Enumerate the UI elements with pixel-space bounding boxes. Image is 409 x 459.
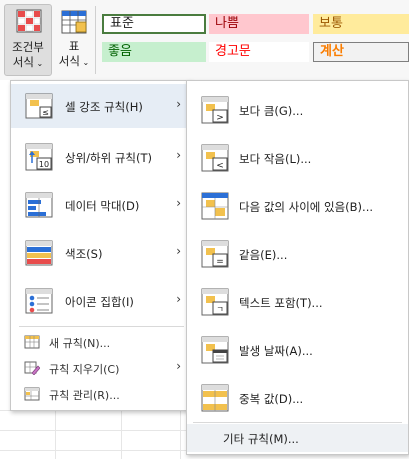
icon-sets-icon bbox=[25, 288, 53, 314]
menu-item-label: 새 규칙(N)... bbox=[49, 337, 111, 350]
duplicate-values-icon bbox=[201, 384, 229, 412]
menu-item-data-bars[interactable]: 데이터 막대(D) › bbox=[11, 182, 191, 228]
format-as-table-button[interactable]: 표 서식 ⌄ bbox=[55, 4, 93, 76]
menu-item-top-bottom-rules[interactable]: 10 상위/하위 규칙(T) › bbox=[11, 134, 191, 180]
manage-rules-icon bbox=[24, 387, 40, 401]
svg-text:>: > bbox=[216, 113, 224, 123]
highlight-cells-rules-submenu: > 보다 큼(G)... < 보다 작음(L)... 다음 값의 사이에 있음(… bbox=[186, 80, 409, 455]
submenu-item-less-than[interactable]: < 보다 작음(L)... bbox=[187, 134, 408, 182]
submenu-item-label: 텍스트 포함(T)... bbox=[239, 296, 323, 310]
clear-rules-icon bbox=[24, 361, 40, 375]
dropdown-arrow-icon: ⌄ bbox=[79, 58, 90, 67]
submenu-item-duplicate-values[interactable]: 중복 값(D)... bbox=[187, 374, 408, 422]
menu-item-label: 규칙 관리(R)... bbox=[49, 389, 120, 402]
conditional-formatting-icon bbox=[16, 9, 42, 33]
format-as-table-label-line2: 서식 ⌄ bbox=[58, 54, 90, 68]
submenu-item-greater-than[interactable]: > 보다 큼(G)... bbox=[187, 86, 408, 134]
greater-than-icon: > bbox=[201, 96, 229, 124]
submenu-item-date-occurring[interactable]: 발생 날짜(A)... bbox=[187, 326, 408, 374]
menu-item-label: 규칙 지우기(C) bbox=[49, 363, 120, 376]
chevron-right-icon: › bbox=[176, 359, 181, 373]
menu-item-manage-rules[interactable]: 규칙 관리(R)... bbox=[11, 382, 191, 406]
menu-divider bbox=[19, 326, 184, 327]
style-bad[interactable]: 나쁨 bbox=[209, 14, 309, 34]
menu-item-icon-sets[interactable]: 아이콘 집합(I) › bbox=[11, 278, 191, 324]
svg-text:≤: ≤ bbox=[42, 108, 49, 117]
conditional-formatting-label-line2: 서식 ⌄ bbox=[12, 55, 44, 69]
date-occurring-icon bbox=[201, 336, 229, 364]
style-calculation[interactable]: 계산 bbox=[313, 42, 409, 62]
top-bottom-rules-icon: 10 bbox=[25, 143, 53, 171]
menu-item-label: 색조(S) bbox=[65, 247, 103, 261]
chevron-right-icon: › bbox=[176, 244, 181, 258]
submenu-item-label: 다음 값의 사이에 있음(B)... bbox=[239, 200, 374, 214]
menu-item-new-rule[interactable]: 새 규칙(N)... bbox=[11, 330, 191, 354]
submenu-item-label: 같음(E)... bbox=[239, 248, 288, 262]
menu-item-label: 아이콘 집합(I) bbox=[65, 295, 134, 309]
menu-item-clear-rules[interactable]: 규칙 지우기(C) › bbox=[11, 356, 191, 380]
svg-text:10: 10 bbox=[39, 160, 49, 169]
submenu-item-more-rules[interactable]: 기타 규칙(M)... bbox=[187, 424, 408, 452]
less-than-icon: < bbox=[201, 144, 229, 172]
menu-item-label: 데이터 막대(D) bbox=[65, 199, 140, 213]
submenu-item-between[interactable]: 다음 값의 사이에 있음(B)... bbox=[187, 182, 408, 230]
style-neutral[interactable]: 보통 bbox=[313, 14, 409, 34]
data-bars-icon bbox=[25, 192, 53, 218]
ribbon-separator bbox=[95, 6, 96, 74]
conditional-formatting-menu: ≤ 셀 강조 규칙(H) › 10 상위/하위 규칙(T) › 데이터 막대(D… bbox=[10, 80, 192, 411]
submenu-item-label: 중복 값(D)... bbox=[239, 392, 304, 406]
chevron-right-icon: › bbox=[176, 97, 181, 111]
style-warning-text[interactable]: 경고문 bbox=[209, 42, 309, 62]
highlight-cells-rules-icon: ≤ bbox=[25, 93, 53, 119]
color-scales-icon bbox=[25, 240, 53, 266]
menu-item-label: 상위/하위 규칙(T) bbox=[65, 151, 153, 165]
conditional-formatting-button[interactable]: 조건부 서식 ⌄ bbox=[4, 4, 52, 76]
menu-item-label: 셀 강조 규칙(H) bbox=[65, 100, 143, 114]
text-contains-icon: ㄱ bbox=[201, 288, 229, 316]
submenu-item-label: 발생 날짜(A)... bbox=[239, 344, 313, 358]
menu-divider bbox=[193, 422, 402, 423]
new-rule-icon bbox=[24, 335, 40, 349]
menu-item-color-scales[interactable]: 색조(S) › bbox=[11, 230, 191, 276]
submenu-item-label: 보다 작음(L)... bbox=[239, 152, 312, 166]
submenu-item-text-contains[interactable]: ㄱ 텍스트 포함(T)... bbox=[187, 278, 408, 326]
submenu-item-label: 기타 규칙(M)... bbox=[223, 432, 299, 446]
equal-to-icon: = bbox=[201, 240, 229, 268]
menu-item-highlight-cells-rules[interactable]: ≤ 셀 강조 규칙(H) › bbox=[11, 84, 191, 128]
chevron-right-icon: › bbox=[176, 292, 181, 306]
dropdown-arrow-icon: ⌄ bbox=[33, 59, 44, 68]
submenu-item-equal-to[interactable]: = 같음(E)... bbox=[187, 230, 408, 278]
style-good[interactable]: 좋음 bbox=[102, 42, 206, 62]
chevron-right-icon: › bbox=[176, 148, 181, 162]
between-icon bbox=[201, 192, 229, 220]
submenu-item-label: 보다 큼(G)... bbox=[239, 104, 304, 118]
format-as-table-icon bbox=[61, 10, 87, 34]
chevron-right-icon: › bbox=[176, 196, 181, 210]
style-normal[interactable]: 표준 bbox=[102, 14, 206, 34]
ribbon: 조건부 서식 ⌄ 표 서식 ⌄ 표준 나쁨 보통 좋음 경고문 계산 bbox=[0, 0, 409, 80]
conditional-formatting-label-line1: 조건부 bbox=[12, 40, 44, 54]
svg-text:ㄱ: ㄱ bbox=[216, 305, 223, 314]
svg-text:=: = bbox=[216, 257, 224, 267]
format-as-table-label-line1: 표 bbox=[68, 39, 80, 53]
svg-text:<: < bbox=[216, 161, 224, 171]
